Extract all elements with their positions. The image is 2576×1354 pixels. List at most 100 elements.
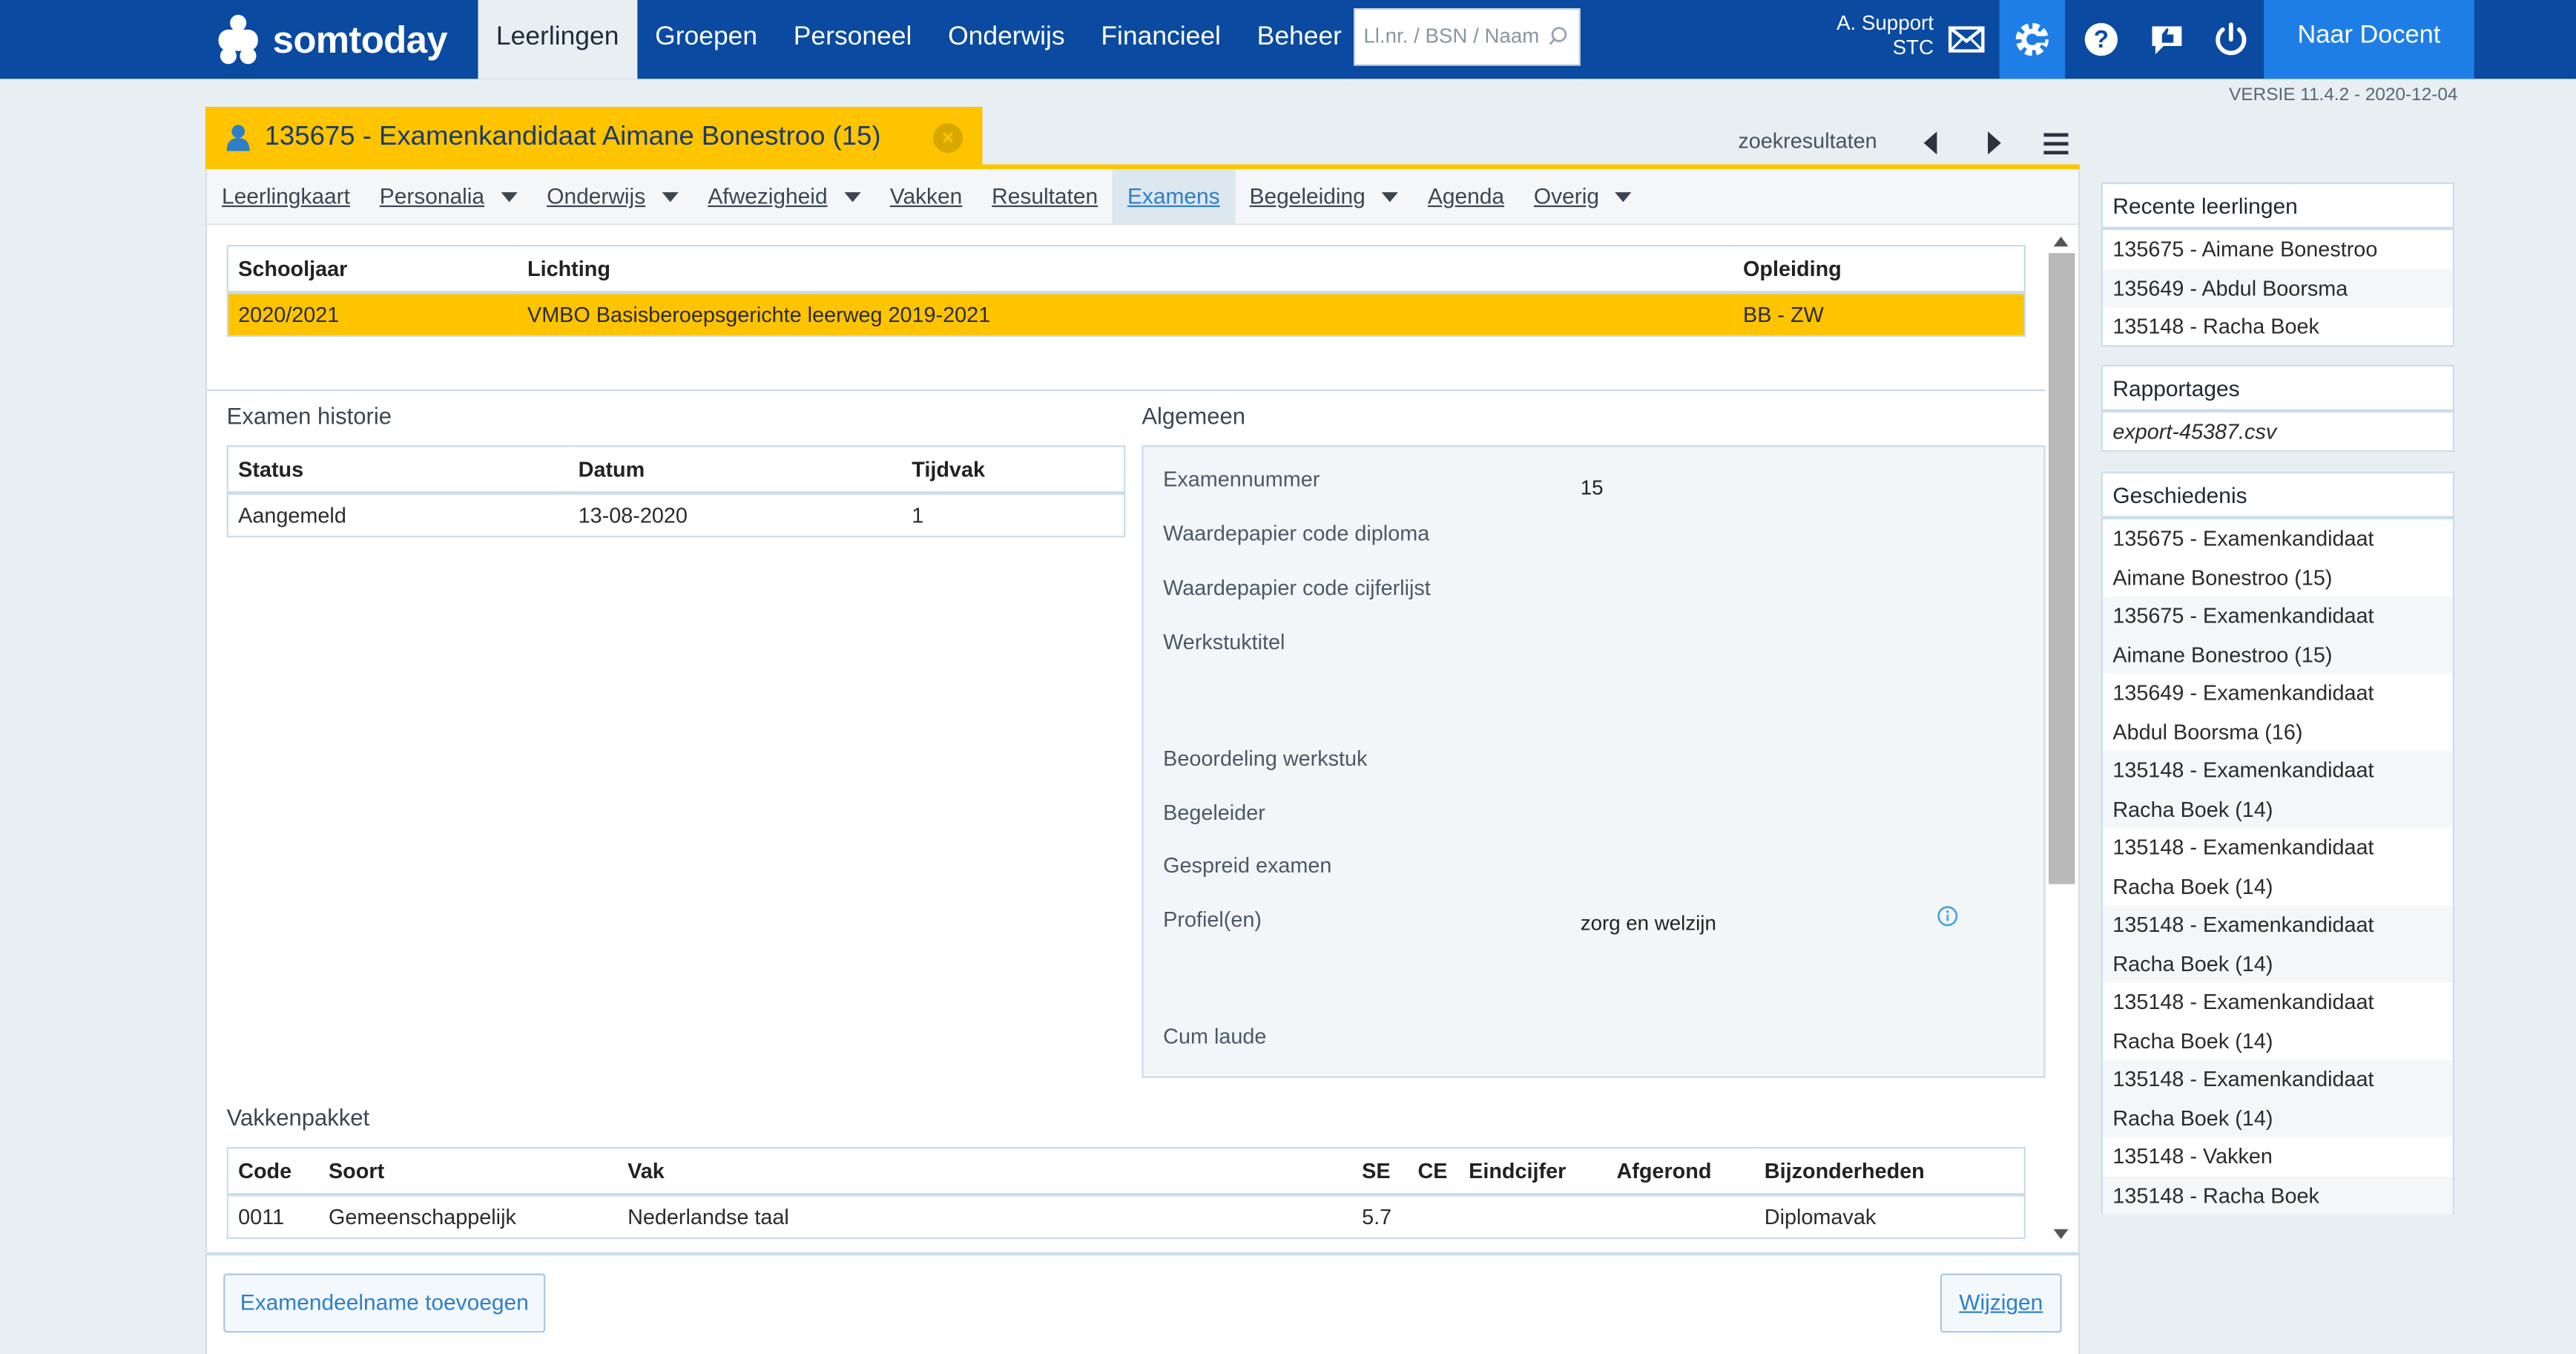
col-tijdvak: Tijdvak xyxy=(901,446,1125,495)
geschiedenis-item[interactable]: 135675 - Examenkandidaat xyxy=(2103,519,2453,558)
chevron-down-icon xyxy=(1381,193,1399,203)
tab-vakken[interactable]: Vakken xyxy=(875,169,977,223)
somtoday-logo xyxy=(218,14,258,65)
help-icon[interactable]: ? xyxy=(2069,0,2135,79)
tab-personalia[interactable]: Personalia xyxy=(365,169,532,223)
recent-title: Recente leerlingen xyxy=(2103,184,2453,231)
recent-item[interactable]: 135649 - Abdul Boorsma xyxy=(2103,269,2453,308)
recent-item[interactable]: 135148 - Racha Boek xyxy=(2103,307,2453,346)
tab-examens[interactable]: Examens xyxy=(1113,169,1235,224)
cell-tijdvak: 1 xyxy=(912,502,924,528)
thumbs-up-icon[interactable] xyxy=(2134,0,2200,79)
search-placeholder: Ll.nr. / BSN / Naam xyxy=(1363,24,1540,48)
chevron-down-icon xyxy=(501,193,518,203)
geschiedenis-item[interactable]: Aimane Bonestroo (15) xyxy=(2103,558,2453,597)
cell-status: Aangemeld xyxy=(238,502,346,528)
nav-leerlingen[interactable]: Leerlingen xyxy=(478,0,637,79)
nav-personeel[interactable]: Personeel xyxy=(775,0,929,79)
close-icon[interactable]: × xyxy=(933,123,963,153)
geschiedenis-item[interactable]: 135148 - Examenkandidaat xyxy=(2103,828,2453,867)
geschiedenis-item[interactable]: Racha Boek (14) xyxy=(2103,1098,2453,1137)
label-wp-diploma: Waardepapier code diploma xyxy=(1163,521,1430,546)
nav-beheer[interactable]: Beheer xyxy=(1239,0,1360,79)
geschiedenis-item[interactable]: 135148 - Examenkandidaat xyxy=(2103,983,2453,1022)
tab-leerlingkaart[interactable]: Leerlingkaart xyxy=(207,169,365,223)
col-schooljaar: Schooljaar xyxy=(227,246,518,295)
rapportage-item[interactable]: export-45387.csv xyxy=(2103,413,2453,451)
geschiedenis-item[interactable]: Racha Boek (14) xyxy=(2103,1022,2453,1060)
geschiedenis-item[interactable]: 135148 - Examenkandidaat xyxy=(2103,905,2453,944)
tab-resultaten[interactable]: Resultaten xyxy=(977,169,1113,223)
cell-se: 5.7 xyxy=(1362,1204,1392,1229)
user-info[interactable]: A. Support STC xyxy=(1807,12,1934,61)
add-examendeelname-button[interactable]: Examendeelname toevoegen xyxy=(223,1273,546,1333)
geschiedenis-box: Geschiedenis 135675 - Examenkandidaat Ai… xyxy=(2101,471,2455,1215)
tab-agenda[interactable]: Agenda xyxy=(1413,169,1519,223)
recent-item[interactable]: 135675 - Aimane Bonestroo xyxy=(2103,230,2453,269)
logo[interactable]: somtoday xyxy=(214,0,448,79)
search-input[interactable]: Ll.nr. / BSN / Naam xyxy=(1354,8,1581,66)
geschiedenis-item[interactable]: 135675 - Examenkandidaat xyxy=(2103,597,2453,636)
cell-schooljaar: 2020/2021 xyxy=(227,292,518,336)
geschiedenis-item[interactable]: Racha Boek (14) xyxy=(2103,944,2453,983)
col-status: Status xyxy=(227,446,569,495)
cell-soort: Gemeenschappelijk xyxy=(328,1204,516,1229)
lichting-table: Schooljaar Lichting Opleiding 2020/2021 … xyxy=(226,245,2026,338)
rapportages-box: Rapportages export-45387.csv xyxy=(2101,364,2455,453)
geschiedenis-item[interactable]: 135148 - Racha Boek xyxy=(2103,1175,2453,1215)
logo-text: somtoday xyxy=(272,17,448,60)
geschiedenis-item[interactable]: Racha Boek (14) xyxy=(2103,789,2453,829)
cell-bijzonderheden: Diplomavak xyxy=(1764,1204,1877,1229)
geschiedenis-title: Geschiedenis xyxy=(2103,473,2453,519)
geschiedenis-item[interactable]: Aimane Bonestroo (15) xyxy=(2103,635,2453,674)
arrow-left-icon[interactable] xyxy=(1922,131,1938,162)
cell-afgerond xyxy=(1607,1194,1754,1238)
geschiedenis-item[interactable]: Abdul Boorsma (16) xyxy=(2103,712,2453,751)
label-profielen: Profiel(en) xyxy=(1163,907,1262,932)
nav-financieel[interactable]: Financieel xyxy=(1083,0,1239,79)
col-bijzonderheden: Bijzonderheden xyxy=(1754,1148,2025,1197)
student-tab[interactable]: 135675 - Examenkandidaat Aimane Bonestro… xyxy=(205,106,983,166)
geschiedenis-item[interactable]: 135148 - Examenkandidaat xyxy=(2103,751,2453,790)
cell-opleiding: BB - ZW xyxy=(1733,292,2025,336)
tab-begeleiding[interactable]: Begeleiding xyxy=(1235,169,1413,223)
tab-afwezigheid[interactable]: Afwezigheid xyxy=(693,169,874,223)
scrollbar-thumb[interactable] xyxy=(2048,253,2075,884)
algemeen-title: Algemeen xyxy=(1142,402,1245,430)
viewport: somtoday Leerlingen Groepen Personeel On… xyxy=(0,0,2576,1354)
tab-onderwijs[interactable]: Onderwijs xyxy=(532,169,693,223)
arrow-right-icon[interactable] xyxy=(1986,131,2003,162)
table-row[interactable]: 0011 Gemeenschappelijk Nederlandse taal … xyxy=(228,1194,2025,1238)
power-icon[interactable] xyxy=(2198,0,2264,79)
mail-icon[interactable] xyxy=(1934,0,2000,79)
geschiedenis-item[interactable]: 135148 - Vakken xyxy=(2103,1137,2453,1176)
info-icon[interactable] xyxy=(1937,905,1958,935)
nav-groepen[interactable]: Groepen xyxy=(637,0,776,79)
geschiedenis-item[interactable]: Racha Boek (14) xyxy=(2103,867,2453,905)
historie-title: Examen historie xyxy=(226,402,392,430)
chevron-down-icon xyxy=(662,193,679,203)
chevron-down-icon xyxy=(1615,193,1633,203)
search-icon xyxy=(1549,10,1569,85)
title-underline xyxy=(205,164,2081,170)
vakkenpakket-title: Vakkenpakket xyxy=(226,1104,370,1131)
geschiedenis-item[interactable]: 135148 - Examenkandidaat xyxy=(2103,1059,2453,1099)
sub-nav: Leerlingkaart Personalia Onderwijs Afwez… xyxy=(207,169,2078,226)
cell-ce xyxy=(1408,1194,1459,1238)
cell-vak: Nederlandse taal xyxy=(627,1204,789,1229)
table-row[interactable]: Aangemeld 13-08-2020 1 xyxy=(228,493,1124,536)
gear-icon[interactable] xyxy=(1999,0,2066,79)
col-afgerond: Afgerond xyxy=(1607,1148,1755,1197)
geschiedenis-item[interactable]: 135649 - Examenkandidaat xyxy=(2103,674,2453,712)
svg-text:?: ? xyxy=(2094,26,2109,53)
nav-onderwijs[interactable]: Onderwijs xyxy=(930,0,1083,79)
col-opleiding: Opleiding xyxy=(1733,246,2025,295)
menu-icon[interactable] xyxy=(2043,133,2069,162)
table-row[interactable]: 2020/2021 VMBO Basisberoepsgerichte leer… xyxy=(227,292,2025,336)
wijzigen-button[interactable]: Wijzigen xyxy=(1940,1273,2062,1333)
cell-eindcijfer xyxy=(1459,1194,1607,1238)
label-gespreid: Gespreid examen xyxy=(1163,852,1332,878)
tab-overig[interactable]: Overig xyxy=(1519,169,1647,223)
naar-docent-button[interactable]: Naar Docent xyxy=(2264,0,2474,79)
user-name: A. Support xyxy=(1837,11,1934,35)
